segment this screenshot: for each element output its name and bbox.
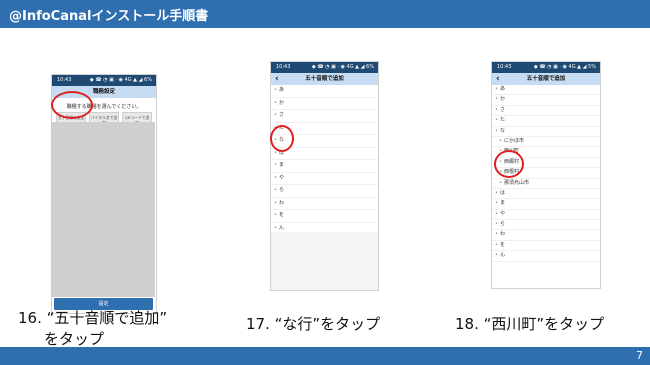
status-time: 10:43 bbox=[276, 64, 291, 70]
list-item[interactable]: • あ bbox=[492, 85, 600, 96]
list-item[interactable]: • は bbox=[492, 189, 600, 200]
app-title-bar: ‹ 五十音順で追加 bbox=[492, 73, 600, 85]
status-time: 10:43 bbox=[497, 64, 512, 70]
page-number: 7 bbox=[636, 349, 643, 362]
list-subitem[interactable]: • にかほ市 bbox=[492, 137, 600, 148]
screen-title: 職務設定 bbox=[92, 89, 115, 95]
list-item[interactable]: • ら bbox=[271, 185, 378, 198]
list-item[interactable]: • わ bbox=[492, 230, 600, 241]
list-item[interactable]: • さ bbox=[271, 110, 378, 123]
status-icons: ◆ ☎ ◔ ▣ · ◉ 4G ▲ ◢ 6% bbox=[89, 77, 152, 83]
list-item[interactable]: • を bbox=[271, 210, 378, 223]
list-item[interactable]: • ら bbox=[492, 220, 600, 231]
list-item[interactable]: • あ bbox=[271, 85, 378, 98]
footer-bar: 7 bbox=[0, 347, 650, 365]
highlight-circle-2 bbox=[270, 125, 294, 152]
list-item[interactable]: • か bbox=[271, 98, 378, 110]
back-arrow-icon[interactable]: ‹ bbox=[275, 73, 279, 85]
list-item[interactable]: • ま bbox=[271, 160, 378, 173]
syllabary-list: • あ • か • さ • た • な • は • ま • や • ら • わ • を • ん bbox=[271, 85, 378, 235]
highlight-circle-3 bbox=[494, 150, 524, 178]
status-icons: ◆ ☎ ◔ ▣ · ◉ 4G ▲ ◢ 5% bbox=[533, 64, 596, 70]
back-arrow-icon[interactable]: ‹ bbox=[496, 73, 500, 85]
step-17-caption: 17. “な行”をタップ bbox=[246, 315, 381, 333]
status-bar: 10:43 ◆ ☎ ◔ ▣ · ◉ 4G ▲ ◢ 6% bbox=[52, 75, 156, 86]
list-item[interactable]: • わ bbox=[271, 198, 378, 210]
phone-screenshot-2: 10:43 ◆ ☎ ◔ ▣ · ◉ 4G ▲ ◢ 6% ‹ 五十音順で追加 • あ… bbox=[270, 61, 379, 291]
list-item[interactable]: • ま bbox=[492, 199, 600, 210]
list-item[interactable]: • さ bbox=[492, 106, 600, 117]
list-item[interactable]: • ん bbox=[492, 251, 600, 262]
status-time: 10:43 bbox=[57, 77, 72, 83]
list-item-na[interactable]: • な bbox=[492, 127, 600, 137]
app-title-bar: ‹ 五十音順で追加 bbox=[271, 73, 378, 85]
list-item[interactable]: • を bbox=[492, 241, 600, 252]
list-empty-area bbox=[271, 232, 378, 290]
step-16-line1: 16. “五十音順で追加” bbox=[18, 309, 168, 327]
status-icons: ◆ ☎ ◔ ▣ · ◉ 4G ▲ ◢ 6% bbox=[311, 64, 374, 70]
step-16-caption: 16. “五十音順で追加” をタップ bbox=[18, 307, 167, 349]
step-18-caption: 18. “西川町”をタップ bbox=[455, 315, 605, 333]
list-item[interactable]: • か bbox=[492, 95, 600, 106]
status-bar: 10:43 ◆ ☎ ◔ ▣ · ◉ 4G ▲ ◢ 5% bbox=[492, 62, 600, 73]
screen-title: 五十音順で追加 bbox=[526, 76, 566, 82]
status-bar: 10:43 ◆ ☎ ◔ ▣ · ◉ 4G ▲ ◢ 6% bbox=[271, 62, 378, 73]
highlight-circle-1 bbox=[51, 91, 93, 119]
step-16-line2: をタップ bbox=[44, 330, 105, 348]
list-item[interactable]: • や bbox=[492, 210, 600, 221]
list-item[interactable]: • や bbox=[271, 173, 378, 185]
screen-title: 五十音順で追加 bbox=[305, 76, 344, 82]
list-subitem[interactable]: • 那須烏山市 bbox=[492, 179, 600, 189]
list-item[interactable]: • た bbox=[492, 116, 600, 127]
empty-list-area bbox=[52, 122, 155, 297]
header-bar: @InfoCanalインストール手順書 bbox=[0, 0, 650, 28]
header-title: @InfoCanalインストール手順書 bbox=[9, 9, 209, 24]
